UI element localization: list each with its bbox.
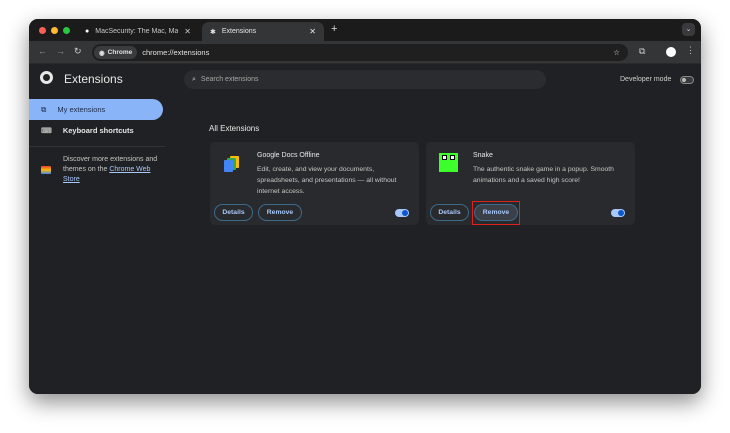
enable-toggle[interactable] <box>395 209 409 217</box>
details-button[interactable]: Details <box>430 204 469 221</box>
tab-macsecurity[interactable]: ● MacSecurity: The Mac, MacB ✕ <box>77 22 199 41</box>
profile-avatar[interactable] <box>666 47 676 57</box>
extension-name: Google Docs Offline <box>257 152 320 159</box>
menu-icon[interactable]: ⋮ <box>686 45 695 56</box>
developer-mode-toggle[interactable] <box>680 76 694 84</box>
search-input[interactable]: ⌕ Search extensions <box>184 70 546 89</box>
address-bar[interactable]: ◉ Chrome chrome://extensions ☆ <box>92 44 628 61</box>
browser-window: ● MacSecurity: The Mac, MacB ✕ ✱ Extensi… <box>29 19 701 394</box>
search-icon: ⌕ <box>192 75 196 83</box>
extension-name: Snake <box>473 152 493 159</box>
remove-button[interactable]: Remove <box>258 204 302 221</box>
toolbar: ← → ↻ ◉ Chrome chrome://extensions ☆ ⧉ ⋮ <box>29 41 701 64</box>
keyboard-icon: ⌨ <box>41 126 52 135</box>
apple-icon: ● <box>85 28 90 35</box>
extensions-icon[interactable]: ⧉ <box>639 46 645 57</box>
discover-text: Discover more extensions and themes on t… <box>63 156 158 183</box>
close-tab-icon[interactable]: ✕ <box>184 27 191 36</box>
zoom-window-button[interactable] <box>63 27 70 34</box>
tab-strip: ● MacSecurity: The Mac, MacB ✕ ✱ Extensi… <box>29 19 701 41</box>
new-tab-button[interactable]: + <box>331 23 337 35</box>
tab-search-button[interactable]: ⌄ <box>682 23 695 36</box>
extensions-page: Extensions ⌕ Search extensions Developer… <box>29 65 701 394</box>
reload-icon[interactable]: ↻ <box>74 46 82 57</box>
highlight-box <box>472 201 520 225</box>
minimize-window-button[interactable] <box>51 27 58 34</box>
bookmark-star-icon[interactable]: ☆ <box>613 48 620 57</box>
page-title: Extensions <box>64 72 123 86</box>
developer-mode-label: Developer mode <box>620 76 672 83</box>
google-docs-icon <box>224 156 240 172</box>
close-tab-icon[interactable]: ✕ <box>309 27 316 36</box>
chrome-logo-icon <box>40 71 53 84</box>
puzzle-icon: ✱ <box>210 28 216 36</box>
extension-card-google-docs-offline: Google Docs Offline Edit, create, and vi… <box>210 142 419 225</box>
site-chip[interactable]: ◉ Chrome <box>94 46 138 59</box>
enable-toggle[interactable] <box>611 209 625 217</box>
snake-icon <box>439 153 458 172</box>
sidebar-item-keyboard-shortcuts[interactable]: ⌨ Keyboard shortcuts <box>29 120 163 141</box>
web-store-icon <box>41 166 51 174</box>
extension-description: Edit, create, and view your documents, s… <box>257 166 397 195</box>
extension-card-snake: Snake The authentic snake game in a popu… <box>426 142 635 225</box>
sidebar-divider <box>29 146 165 147</box>
close-window-button[interactable] <box>39 27 46 34</box>
extension-icon: ⧉ <box>41 104 47 114</box>
tab-extensions[interactable]: ✱ Extensions ✕ <box>202 22 324 41</box>
sidebar-item-my-extensions[interactable]: ⧉ My extensions <box>29 99 163 120</box>
details-button[interactable]: Details <box>214 204 253 221</box>
forward-icon[interactable]: → <box>56 46 65 56</box>
back-icon[interactable]: ← <box>38 46 47 56</box>
extension-description: The authentic snake game in a popup. Smo… <box>473 166 614 184</box>
section-title: All Extensions <box>209 124 260 133</box>
chrome-icon: ◉ <box>99 49 105 57</box>
url-text: chrome://extensions <box>142 48 210 57</box>
